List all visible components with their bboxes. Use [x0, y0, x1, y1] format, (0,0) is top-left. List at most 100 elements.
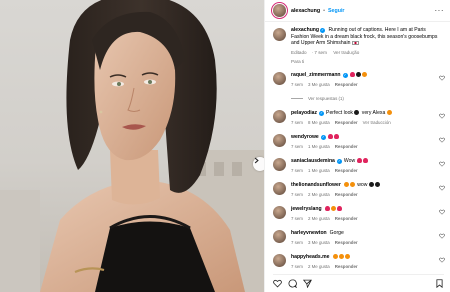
heart-emoji-icon: [333, 134, 339, 139]
commenter-avatar[interactable]: [273, 206, 286, 219]
translate-link[interactable]: Ver traducción: [363, 120, 391, 125]
chevron-right-icon: [254, 157, 259, 164]
comment-likes[interactable]: 2 Me gusta: [308, 192, 330, 197]
commenter-avatar[interactable]: [273, 110, 286, 123]
comment-item: wendyrowe ✓ 7 sem 1 Me gusta Responder: [273, 134, 445, 149]
commenter-avatar[interactable]: [273, 158, 286, 171]
post-header: alexachung • Seguir ···: [265, 0, 450, 22]
like-heart-icon[interactable]: [439, 233, 445, 239]
commenter-username[interactable]: pelayodiaz: [291, 110, 317, 116]
comment-likes[interactable]: 3 Me gusta: [308, 240, 330, 245]
commenter-avatar[interactable]: [273, 72, 286, 85]
more-options-icon[interactable]: ···: [435, 6, 445, 15]
like-heart-icon[interactable]: [439, 185, 445, 191]
comment-item: pelayodiaz ✓ Perfect look very Alexa 7 sem…: [273, 110, 445, 125]
like-heart-icon[interactable]: [439, 113, 445, 119]
reply-button[interactable]: Responder: [335, 264, 358, 269]
commenter-username[interactable]: thelionandsunflower: [291, 182, 341, 188]
laugh-emoji-icon: [344, 254, 350, 259]
reply-button[interactable]: Responder: [335, 82, 358, 87]
black-heart-emoji-icon: [374, 182, 380, 187]
japan-flag-icon: [351, 41, 359, 45]
edited-label: Editado: [291, 49, 307, 55]
comment-text: Wow: [343, 158, 356, 164]
like-post-heart-icon[interactable]: [273, 279, 282, 288]
comment-time: 7 sem: [291, 215, 303, 221]
view-replies-label: Ver respuestas (1): [308, 96, 344, 101]
heart-emoji-icon: [362, 158, 368, 163]
commenter-username[interactable]: saniaclausdemina: [291, 158, 335, 164]
caption-translate-link[interactable]: Ver tradução: [333, 50, 359, 55]
comment-likes[interactable]: 1 Me gusta: [308, 168, 330, 173]
author-username[interactable]: alexachung: [291, 8, 320, 14]
reply-button[interactable]: Responder: [335, 240, 358, 245]
comment-time: 7 sem: [291, 263, 303, 269]
like-heart-icon[interactable]: [439, 137, 445, 143]
follow-button[interactable]: Seguir: [328, 8, 344, 14]
portrait-illustration: [0, 0, 264, 292]
post-details-panel: alexachung • Seguir ··· alexachung ✓ Runn…: [264, 0, 450, 292]
caption-avatar[interactable]: [273, 28, 286, 41]
laugh-emoji-icon: [338, 254, 344, 259]
commenter-avatar[interactable]: [273, 230, 286, 243]
post-photo: [0, 0, 264, 292]
commenter-avatar[interactable]: [273, 182, 286, 195]
comment-item: thelionandsunflower wow 7 sem 2 Me gusta R…: [273, 182, 445, 197]
post-caption: alexachung ✓ Running out of captions. Her…: [265, 22, 450, 55]
commenter-username[interactable]: jewelryslang: [291, 206, 322, 212]
fire-emoji-icon: [361, 72, 367, 77]
commenter-username[interactable]: happyheads.me: [291, 254, 330, 260]
black-heart-emoji-icon: [368, 182, 374, 187]
comment-likes[interactable]: 2 Me gusta: [308, 264, 330, 269]
commenter-avatar[interactable]: [273, 134, 286, 147]
share-paper-plane-icon[interactable]: [303, 279, 312, 288]
like-heart-icon[interactable]: [439, 75, 445, 81]
fire-emoji-icon: [330, 206, 336, 211]
comment-item: saniaclausdemina ✓ Wow 7 sem 1 Me gusta Resp…: [273, 158, 445, 173]
heart-emoji-icon: [356, 158, 362, 163]
smile-emoji-icon: [386, 110, 392, 115]
bookmark-icon[interactable]: [435, 278, 444, 288]
commenter-username[interactable]: harleyvnewton: [291, 230, 327, 236]
reply-button[interactable]: Responder: [335, 192, 358, 197]
caption-meta: Editado · 7 sem Ver tradução: [291, 49, 360, 55]
black-heart-emoji-icon: [355, 72, 361, 77]
comment-likes[interactable]: 8 Me gusta: [308, 120, 330, 125]
heart-emoji-icon: [327, 134, 333, 139]
comment-bubble-icon[interactable]: [288, 278, 297, 288]
see-translation-label[interactable]: Para ti: [265, 55, 450, 64]
comment-time: 7 sem: [291, 143, 303, 149]
reply-button[interactable]: Responder: [335, 120, 358, 125]
comment-time: 7 sem: [291, 239, 303, 245]
commenter-username[interactable]: raquel_zimmermann: [291, 72, 341, 78]
separator-dot: •: [323, 7, 326, 14]
heart-emoji-icon: [349, 72, 355, 77]
like-heart-icon[interactable]: [439, 161, 445, 167]
comment-likes[interactable]: 1 Me gusta: [308, 144, 330, 149]
caption-username[interactable]: alexachung: [291, 27, 319, 33]
replies-line: [291, 98, 303, 99]
commenter-username[interactable]: wendyrowe: [291, 134, 319, 140]
caption-time: 7 sem: [314, 49, 327, 55]
comments-scroll[interactable]: alexachung ✓ Running out of captions. Her…: [265, 22, 450, 292]
reply-button[interactable]: Responder: [335, 168, 358, 173]
view-replies-button[interactable]: Ver respuestas (1): [291, 96, 344, 101]
laugh-emoji-icon: [332, 254, 338, 259]
author-avatar[interactable]: [273, 4, 286, 17]
next-image-button[interactable]: [253, 157, 264, 171]
like-heart-icon[interactable]: [439, 209, 445, 215]
comment-time: 7 sem: [291, 167, 303, 173]
verified-badge-icon: ✓: [342, 73, 348, 78]
comment-text-after: very Alexa: [361, 110, 386, 116]
comment-item: happyheads.me 7 sem 2 Me gusta Responder: [273, 254, 445, 269]
black-heart-emoji-icon: [354, 110, 360, 115]
commenter-avatar[interactable]: [273, 254, 286, 267]
comment-likes[interactable]: 2 Me gusta: [308, 216, 330, 221]
reply-button[interactable]: Responder: [335, 144, 358, 149]
comment-time: 7 sem: [291, 119, 303, 125]
heart-emoji-icon: [336, 206, 342, 211]
reply-button[interactable]: Responder: [335, 216, 358, 221]
comment-likes[interactable]: 3 Me gusta: [308, 82, 330, 87]
like-heart-icon[interactable]: [439, 257, 445, 263]
comment-item: raquel_zimmermann ✓ 7 sem 3 Me gusta Respon…: [273, 72, 445, 87]
